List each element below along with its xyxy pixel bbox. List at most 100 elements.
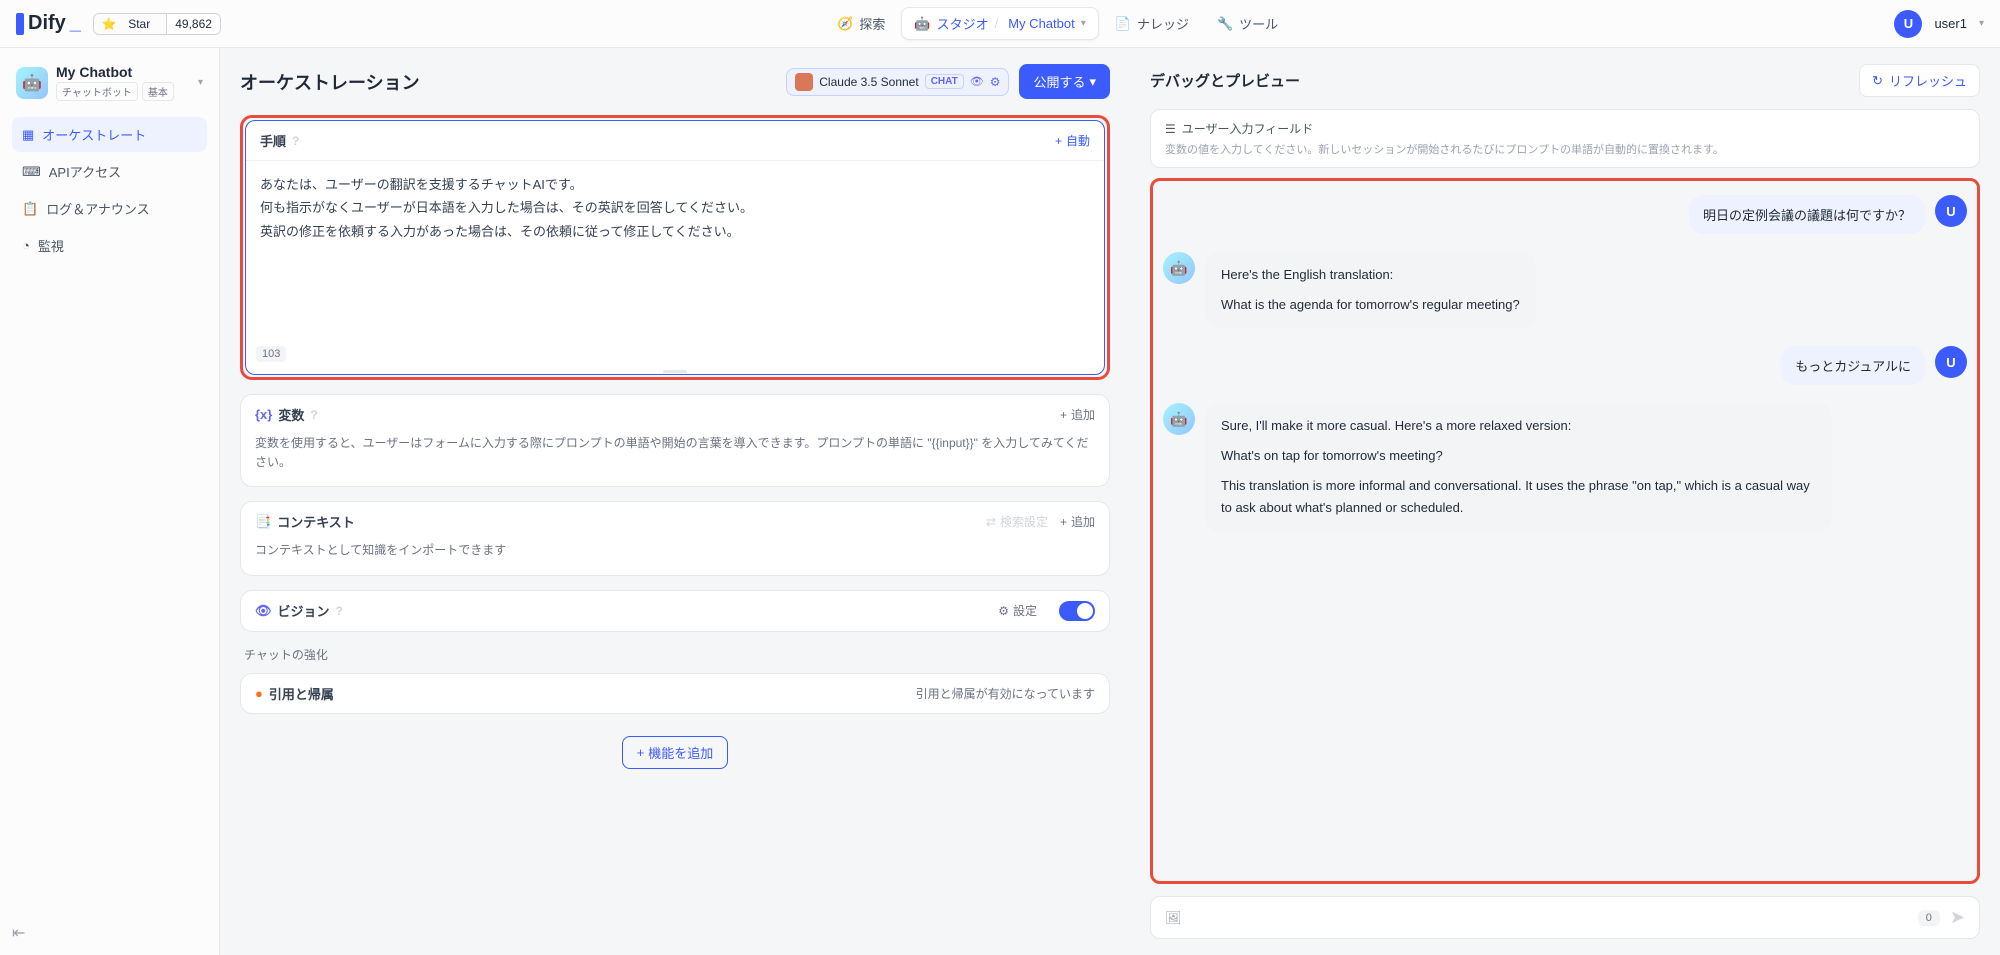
publish-button[interactable]: 公開する ▾ (1019, 64, 1110, 99)
input-fields-title: ユーザー入力フィールド (1182, 120, 1314, 137)
sidebar-item-label: APIアクセス (49, 162, 121, 181)
chat-message-bot: 🤖 Sure, I'll make it more casual. Here's… (1163, 403, 1967, 531)
sidebar-item-api[interactable]: ⌨ APIアクセス (12, 154, 207, 189)
refresh-icon: ↻ (1872, 73, 1883, 89)
username-label[interactable]: user1 (1934, 16, 1967, 31)
chat-input-bar: 🖼 0 ➤ (1150, 896, 1980, 939)
user-avatar[interactable]: U (1894, 10, 1922, 38)
add-variable-button[interactable]: + 追加 (1060, 406, 1095, 423)
chevron-down-icon[interactable]: ▾ (1979, 18, 1984, 29)
refresh-label: リフレッシュ (1889, 71, 1967, 90)
star-label: ⭐ Star (94, 14, 166, 34)
nav-knowledge[interactable]: 📄 ナレッジ (1103, 8, 1201, 39)
sliders-icon[interactable]: ⚙ (990, 75, 1001, 89)
user-input-fields-card[interactable]: ☰ ユーザー入力フィールド 変数の値を入力してください。新しいセッションが開始さ… (1150, 109, 1980, 168)
nav-label: ツール (1239, 14, 1278, 33)
message-text: 明日の定例会議の議題は何ですか？ (1689, 195, 1925, 234)
star-count: 49,862 (166, 14, 220, 34)
sidebar-item-label: ログ＆アナウンス (46, 199, 149, 218)
settings-icon: ⇄ (986, 515, 996, 529)
model-selector[interactable]: Claude 3.5 Sonnet CHAT 👁 ⚙ (786, 68, 1009, 96)
auto-generate-button[interactable]: + 自動 (1055, 132, 1090, 149)
chevron-down-icon: ▾ (1081, 18, 1086, 29)
add-feature-label: 機能を追加 (648, 743, 713, 762)
nav-center: 🧭 探索 🤖 スタジオ / My Chatbot ▾ 📄 ナレッジ 🔧 ツール (233, 7, 1883, 40)
collapse-sidebar-button[interactable]: ⇤ (12, 923, 25, 943)
message-text: What's on tap for tomorrow's meeting? (1221, 445, 1816, 467)
nav-sublabel: My Chatbot (1008, 16, 1074, 31)
app-tag: 基本 (142, 82, 174, 101)
chevron-down-icon[interactable]: ▾ (198, 77, 203, 88)
app-icon: 🤖 (16, 67, 48, 99)
plus-icon: + (1060, 408, 1067, 422)
gear-icon: ⚙ (998, 604, 1009, 618)
github-star-button[interactable]: ⭐ Star 49,862 (93, 13, 221, 35)
model-name: Claude 3.5 Sonnet (819, 75, 918, 89)
chevron-down-icon: ▾ (1089, 74, 1096, 90)
search-settings-button[interactable]: ⇄ 検索設定 (986, 513, 1048, 530)
add-label: 追加 (1071, 406, 1095, 423)
add-context-button[interactable]: + 追加 (1060, 513, 1095, 530)
vision-title: ビジョン (278, 601, 330, 620)
citation-status: 引用と帰属が有効になっています (916, 685, 1095, 702)
nav-tools[interactable]: 🔧 ツール (1205, 8, 1290, 39)
prompt-card-highlight: 手順 ? + 自動 あなたは、ユーザーの翻訳を支援するチャットAIです。 何も指… (240, 115, 1110, 380)
vision-settings-button[interactable]: ⚙ 設定 (998, 602, 1037, 619)
app-name: My Chatbot (56, 64, 190, 80)
logo-text: Dify (28, 12, 66, 35)
vision-toggle[interactable] (1059, 601, 1095, 621)
model-type-badge: CHAT (925, 74, 964, 89)
anthropic-icon (795, 73, 813, 91)
nav-label: 探索 (859, 14, 885, 33)
help-icon[interactable]: ? (292, 134, 299, 148)
plus-icon: + (1060, 515, 1067, 529)
chat-enhance-label: チャットの強化 (244, 646, 1110, 663)
search-settings-label: 検索設定 (1000, 513, 1048, 530)
bot-avatar: 🤖 (1163, 252, 1195, 284)
context-title: コンテキスト (277, 512, 355, 531)
sidebar-item-monitor[interactable]: ◔ 監視 (12, 228, 207, 263)
plus-icon: + (637, 745, 645, 760)
user-avatar: U (1935, 346, 1967, 378)
bot-avatar: 🤖 (1163, 403, 1195, 435)
nav-explore[interactable]: 🧭 探索 (825, 8, 897, 39)
citation-icon: ● (255, 686, 263, 701)
help-icon[interactable]: ? (310, 408, 317, 422)
context-desc: コンテキストとして知識をインポートできます (241, 541, 1109, 574)
chat-input[interactable] (1192, 910, 1908, 925)
sidebar-item-logs[interactable]: 📋 ログ＆アナウンス (12, 191, 207, 226)
terminal-icon: ⌨ (22, 164, 41, 180)
nav-studio[interactable]: 🤖 スタジオ / My Chatbot ▾ (901, 7, 1098, 40)
nav-label: ナレッジ (1137, 14, 1189, 33)
gauge-icon: ◔ (22, 238, 30, 253)
chat-message-user: 明日の定例会議の議題は何ですか？ U (1163, 195, 1967, 234)
topbar: Dify_ ⭐ Star 49,862 🧭 探索 🤖 スタジオ / My Cha… (0, 0, 2000, 48)
sidebar-item-orchestrate[interactable]: ▦ オーケストレート (12, 117, 207, 152)
settings-label: 設定 (1013, 602, 1037, 619)
send-icon[interactable]: ➤ (1950, 907, 1965, 928)
add-feature-button[interactable]: + 機能を追加 (622, 736, 729, 769)
logo-mark-icon (16, 13, 24, 35)
help-icon[interactable]: ? (336, 604, 343, 618)
message-text: This translation is more informal and co… (1221, 475, 1816, 519)
variables-title: 変数 (278, 405, 304, 424)
context-card: 📑 コンテキスト ⇄ 検索設定 + 追加 コンテキストとし (240, 501, 1110, 575)
image-icon[interactable]: 🖼 (1165, 910, 1182, 926)
logo[interactable]: Dify_ (16, 12, 81, 35)
sidebar: 🤖 My Chatbot チャットボット 基本 ▾ ▦ オーケストレート ⌨ A… (0, 48, 220, 955)
input-fields-desc: 変数の値を入力してください。新しいセッションが開始されるたびにプロンプトの単語が… (1165, 141, 1965, 157)
resize-handle[interactable] (663, 370, 687, 373)
eye-icon: 👁 (970, 75, 984, 88)
refresh-button[interactable]: ↻ リフレッシュ (1859, 64, 1980, 97)
add-label: 追加 (1071, 513, 1095, 530)
app-header[interactable]: 🤖 My Chatbot チャットボット 基本 ▾ (12, 60, 207, 105)
message-text: もっとカジュアルに (1781, 346, 1925, 385)
compass-icon: 🧭 (837, 16, 853, 32)
context-icon: 📑 (255, 514, 271, 530)
prompt-title: 手順 (260, 131, 286, 150)
chat-message-user: もっとカジュアルに U (1163, 346, 1967, 385)
plus-icon: + (1055, 134, 1062, 148)
sidebar-item-label: オーケストレート (42, 125, 146, 144)
prompt-textarea[interactable]: あなたは、ユーザーの翻訳を支援するチャットAIです。 何も指示がなくユーザーが日… (246, 161, 1104, 341)
app-tag: チャットボット (56, 82, 138, 101)
